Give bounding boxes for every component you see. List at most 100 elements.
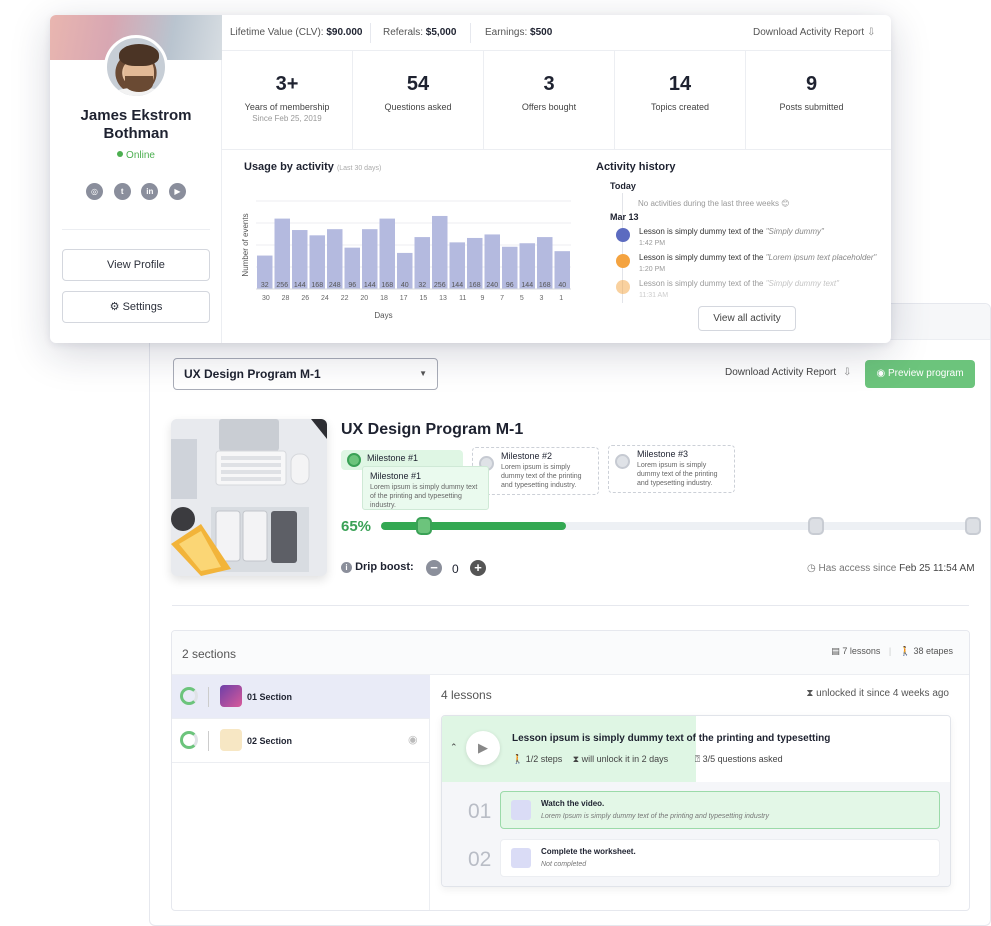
etapes-count: 38 etapes (913, 646, 953, 656)
divider (62, 229, 210, 230)
drip-boost-label: Drip boost: (355, 561, 414, 573)
history-item: Lesson is simply dummy text of the "Simp… (639, 227, 824, 236)
section-item[interactable]: 02 Section ◉ (172, 719, 430, 763)
sections-header: 2 sections ▤ 7 lessons | 🚶 38 etapes (172, 631, 969, 675)
profile-sidebar: James Ekstrom Bothman Online ◎ t in ▶ Vi… (50, 15, 222, 343)
bar-label: 168 (539, 282, 551, 289)
program-select-value: UX Design Program M-1 (184, 367, 321, 381)
x-tick-label: 13 (439, 295, 447, 302)
step-subtitle: Not completed (541, 861, 587, 868)
user-name: James Ekstrom Bothman (80, 107, 192, 142)
hourglass-icon: ⧗ (806, 688, 814, 699)
bar-label: 32 (418, 282, 426, 289)
user-profile-card: James Ekstrom Bothman Online ◎ t in ▶ Vi… (50, 15, 891, 343)
bar-label: 168 (381, 282, 393, 289)
metrics-row: 3+ Years of membership Since Feb 25, 2019 … (222, 51, 891, 150)
metric-offers: 3 Offers bought (484, 51, 615, 150)
step-item[interactable]: Complete the worksheet. Not completed (500, 839, 940, 877)
lesson-questions: 3/5 questions asked (702, 754, 783, 764)
y-axis-label: Number of events (241, 213, 250, 276)
chart-bar (309, 235, 325, 289)
milestone-2-card[interactable]: Milestone #2 Lorem ipsum is simply dummy… (472, 447, 599, 495)
lesson-card: ⌃ ▶ Lesson ipsum is simply dummy text of… (441, 715, 951, 887)
bar-label: 40 (401, 282, 409, 289)
milestone-lock-icon (615, 454, 630, 469)
activity-history: Today No activities during the last thre… (606, 181, 891, 321)
chevron-down-icon: ▼ (419, 369, 427, 378)
stats-bar: Lifetime Value (CLV): $90.000 Referals: … (222, 15, 891, 51)
eye-icon[interactable]: ◉ (408, 733, 418, 746)
linkedin-icon[interactable]: in (141, 183, 159, 200)
section-item[interactable]: 01 Section (172, 675, 430, 719)
unlocked-since: ⧗ unlocked it since 4 weeks ago (806, 688, 949, 699)
milestone-check-icon (347, 453, 361, 467)
chart-bar (327, 229, 343, 289)
section-list: 01 Section 02 Section ◉ (172, 675, 430, 910)
chart-bar (362, 229, 378, 289)
history-time: 1:20 PM (639, 266, 666, 273)
view-all-activity-button[interactable]: View all activity (698, 306, 796, 331)
decrement-button[interactable]: − (426, 560, 442, 576)
checkbox-icon (511, 848, 531, 868)
preview-program-button[interactable]: ◉ Preview program (865, 360, 975, 388)
referrals-stat: Referals: $5,000 (383, 27, 457, 38)
milestone-desc: Lorem ipsum is simply dummy text of the … (501, 464, 582, 489)
history-empty: No activities during the last three week… (638, 199, 790, 208)
download-report-link[interactable]: Download Activity Report ⇩ (725, 367, 851, 378)
view-profile-button[interactable]: View Profile (62, 249, 210, 281)
instagram-icon[interactable]: ◎ (86, 183, 103, 200)
access-info: ◷ Has access since Feb 25 11:54 AM (807, 563, 975, 574)
walking-icon: 🚶 (512, 754, 524, 764)
info-icon: i (341, 562, 352, 573)
history-today: Today (610, 181, 636, 191)
tooltip-desc: Lorem ipsum is simply dummy text of the … (370, 484, 478, 509)
milestone-node-1[interactable] (416, 517, 432, 535)
twitter-icon[interactable]: t (113, 183, 131, 200)
history-time: 1:42 PM (639, 240, 666, 247)
history-item: Lesson is simply dummy text of the "Lore… (639, 253, 877, 262)
step-item[interactable]: Watch the video. Lorem Ipsum is simply d… (500, 791, 940, 829)
access-label: Has access since (818, 563, 897, 574)
x-tick-label: 1 (559, 295, 563, 302)
history-title: Activity history (596, 161, 676, 173)
x-tick-label: 24 (321, 295, 329, 302)
program-title: UX Design Program M-1 (341, 421, 524, 438)
lessons-title: 4 lessons (441, 688, 492, 702)
metric-topics: 14 Topics created (615, 51, 746, 150)
x-tick-label: 7 (500, 295, 504, 302)
chevron-up-icon[interactable]: ⌃ (450, 742, 458, 753)
preview-program-label: Preview program (887, 368, 964, 379)
increment-button[interactable]: + (470, 560, 486, 576)
drip-boost-value: 0 (452, 562, 459, 576)
settings-button[interactable]: ⚙ Settings (62, 291, 210, 323)
access-date: Feb 25 11:54 AM (899, 563, 975, 574)
sections-panel: 2 sections ▤ 7 lessons | 🚶 38 etapes 01 … (171, 630, 970, 911)
download-icon: ⇩ (842, 367, 852, 378)
section-thumbnail (220, 685, 242, 707)
download-report-link[interactable]: Download Activity Report ⇩ (753, 27, 875, 38)
x-tick-label: 5 (520, 295, 524, 302)
pencil-icon (616, 254, 630, 268)
chart-bar (484, 234, 500, 289)
status-label: Online (126, 150, 155, 161)
chart-bar (274, 218, 290, 289)
usage-chart: 32 256 144 168 248 96 144 168 40 32 256 144 168 240 96… (241, 200, 571, 320)
section-name: 01 Section (247, 692, 293, 702)
section-thumbnail (220, 729, 242, 751)
lesson-header[interactable]: ⌃ ▶ Lesson ipsum is simply dummy text of… (442, 716, 950, 782)
step-title: Complete the worksheet. (541, 847, 636, 856)
youtube-icon[interactable]: ▶ (168, 183, 186, 200)
walking-icon: 🚶 (899, 646, 911, 656)
bar-label: 144 (294, 282, 306, 289)
milestone-node-3[interactable] (965, 517, 981, 535)
x-tick-label: 17 (400, 295, 408, 302)
earnings-stat: Earnings: $500 (485, 27, 553, 38)
program-select[interactable]: UX Design Program M-1 ▼ (173, 358, 438, 390)
milestone-3-card[interactable]: Milestone #3 Lorem ipsum is simply dummy… (608, 445, 735, 493)
step-subtitle: Lorem Ipsum is simply dummy text of the … (541, 813, 769, 820)
milestone-node-2[interactable] (808, 517, 824, 535)
section-progress-ring (180, 731, 198, 749)
x-tick-label: 30 (262, 295, 270, 302)
x-axis-label: Days (374, 311, 392, 320)
program-thumbnail (171, 419, 327, 576)
